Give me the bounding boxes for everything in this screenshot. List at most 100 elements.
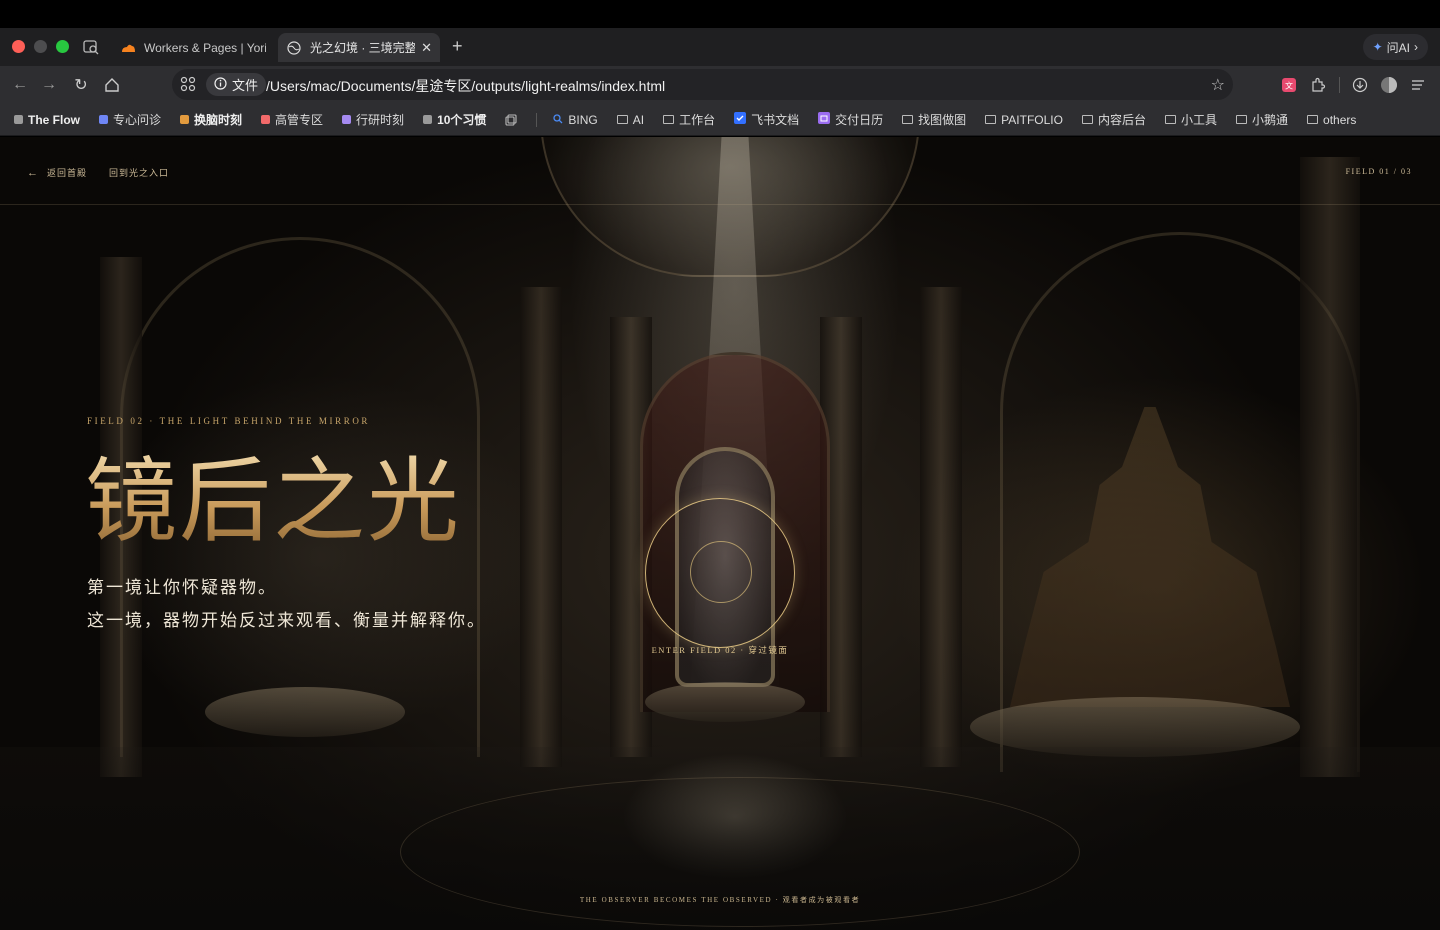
tab-light-realms[interactable]: 光之幻境 · 三境完整 ✕ (278, 33, 440, 62)
tab-bar: Workers & Pages | Yori 光之幻境 · 三境完整 ✕ + ✦… (0, 28, 1440, 66)
folder-icon (985, 115, 997, 124)
zoom-window-button[interactable] (56, 40, 69, 53)
bookmark-item[interactable]: 找图做图 (902, 111, 966, 128)
calendar-app-icon (818, 112, 831, 127)
bookmark-item[interactable]: 内容后台 (1081, 111, 1146, 128)
tab-search-icon[interactable] (82, 38, 100, 56)
ask-ai-button[interactable]: ✦ 问AI › (1362, 34, 1428, 60)
bookmark-label: AI (632, 112, 645, 127)
toolbar-divider (1339, 77, 1340, 93)
bookmark-item[interactable]: 高管专区 (261, 111, 323, 128)
column-decoration (1300, 157, 1360, 777)
svg-text:文: 文 (1285, 81, 1293, 91)
bookmark-item[interactable]: PAITFOLIO (985, 113, 1063, 127)
bookmark-label: 交付日历 (835, 113, 884, 127)
scale-pedestal-decoration (205, 687, 405, 737)
forward-arrow-icon[interactable]: → (39, 75, 59, 95)
column-decoration (520, 287, 562, 767)
new-tab-button[interactable]: + (452, 36, 463, 57)
portal-label[interactable]: ENTER FIELD 02 · 穿过镜面 (612, 644, 828, 656)
back-to-hall-link[interactable]: ← 返回首殿 (27, 166, 87, 179)
bookmark-item[interactable]: 工作台 (663, 111, 715, 128)
bookmark-color-icon (423, 115, 433, 124)
translate-extension-icon[interactable]: 文 (1280, 76, 1298, 94)
minimize-window-button[interactable] (34, 40, 47, 53)
column-decoration (920, 287, 962, 767)
cloudflare-icon (120, 40, 136, 56)
back-to-entry-link[interactable]: 回到光之入口 (109, 166, 169, 179)
bookmark-label: 高管专区 (275, 113, 324, 127)
extensions-puzzle-icon[interactable] (1309, 76, 1327, 94)
site-info-chip[interactable]: 文件 (206, 73, 267, 96)
mirror-pedestal-decoration (645, 682, 805, 722)
footer-tagline: THE OBSERVER BECOMES THE OBSERVED · 观看者成… (579, 896, 861, 904)
close-tab-icon[interactable]: ✕ (421, 40, 432, 56)
bookmark-label: 小鹅通 (1252, 113, 1289, 127)
bookmark-label: 行研时刻 (356, 113, 405, 127)
bookmark-color-icon (261, 115, 271, 124)
bookmark-label: 10个习惯 (437, 113, 487, 127)
bookmark-color-icon (342, 115, 352, 124)
bookmark-label: 小工具 (1180, 113, 1217, 127)
bookmark-separator (536, 112, 538, 127)
folder-icon (663, 115, 675, 124)
feishu-docs-icon (734, 112, 747, 127)
bookmark-item[interactable]: 10个习惯 (423, 111, 486, 128)
bookmark-label: 专心问诊 (113, 113, 162, 127)
hero-title: 镜后之光 (85, 448, 462, 555)
download-icon[interactable] (1351, 76, 1369, 94)
tab-groups-icon[interactable] (505, 113, 517, 126)
profile-avatar-icon[interactable] (1380, 76, 1398, 94)
info-icon (214, 76, 227, 93)
bookmark-color-icon (180, 115, 190, 124)
globe-icon (286, 40, 302, 56)
close-window-button[interactable] (12, 40, 25, 53)
address-bar[interactable]: 文件 /Users/mac/Documents/星途专区/outputs/lig… (172, 69, 1233, 100)
folder-icon (616, 115, 628, 124)
arrow-left-icon: ← (27, 166, 39, 179)
back-arrow-icon[interactable]: ← (10, 75, 30, 95)
home-icon[interactable] (102, 75, 122, 95)
bookmark-item[interactable]: 交付日历 (818, 111, 883, 128)
bookmark-item[interactable]: AI (616, 112, 645, 127)
bookmark-label: 找图做图 (918, 113, 967, 127)
url-text[interactable]: /Users/mac/Documents/星途专区/outputs/light-… (266, 76, 665, 96)
reload-icon[interactable]: ↻ (71, 75, 91, 95)
bookmark-item[interactable]: 飞书文档 (734, 111, 799, 128)
navigation-bar: ← → ↻ 文件 /Users/mac/Documents/星途专区/outpu… (0, 66, 1440, 104)
folder-icon (1236, 115, 1247, 124)
hero-eyebrow: FIELD 02 · THE LIGHT BEHIND THE MIRROR (87, 416, 371, 426)
bookmark-color-icon (14, 115, 23, 124)
scheme-label: 文件 (232, 78, 259, 93)
bookmark-item[interactable]: BING (553, 112, 598, 127)
bookmark-item[interactable]: 换脑时刻 (180, 111, 242, 128)
bookmark-label: The Flow (28, 112, 80, 127)
folder-icon (1164, 115, 1176, 124)
bookmark-label: 换脑时刻 (194, 113, 243, 127)
portal-inner-ring (690, 541, 752, 603)
hero-subtitle-line2: 这一境，器物开始反过来观看、衡量并解释你。 (87, 611, 486, 631)
bookmark-item[interactable]: 小工具 (1164, 111, 1217, 128)
back-label: 返回首殿 (47, 168, 88, 178)
bookmark-item[interactable]: others (1307, 113, 1356, 127)
bookmark-color-icon (99, 115, 108, 124)
folder-icon (902, 115, 914, 124)
menu-icon[interactable] (1409, 76, 1427, 94)
apps-grid-icon[interactable] (180, 76, 196, 92)
bookmark-label: PAITFOLIO (1001, 112, 1063, 127)
page-nav: ← 返回首殿 回到光之入口 FIELD 01 / 03 (0, 137, 1440, 205)
bookmark-item[interactable]: 行研时刻 (342, 111, 404, 128)
sparkle-icon: ✦ (1372, 40, 1383, 54)
chevron-right-icon: › (1414, 40, 1418, 54)
bookmark-item[interactable]: 专心问诊 (99, 111, 161, 128)
tab-workers-pages[interactable]: Workers & Pages | Yori (112, 33, 274, 62)
tab-title: Workers & Pages | Yori (144, 40, 266, 55)
folder-icon (1307, 115, 1319, 124)
bookmark-label: BING (568, 112, 598, 127)
bookmark-item[interactable]: 小鹅通 (1236, 111, 1288, 128)
bookmark-item[interactable]: The Flow (14, 113, 80, 127)
bookmark-label: 内容后台 (1097, 113, 1146, 127)
bookmark-star-icon[interactable]: ☆ (1211, 75, 1225, 95)
bookmarks-bar: The Flow 专心问诊 换脑时刻 高管专区 行研时刻 10个习惯 BING AI 工作台 飞书… (0, 104, 1440, 136)
bookmark-label: 飞书文档 (751, 113, 800, 127)
